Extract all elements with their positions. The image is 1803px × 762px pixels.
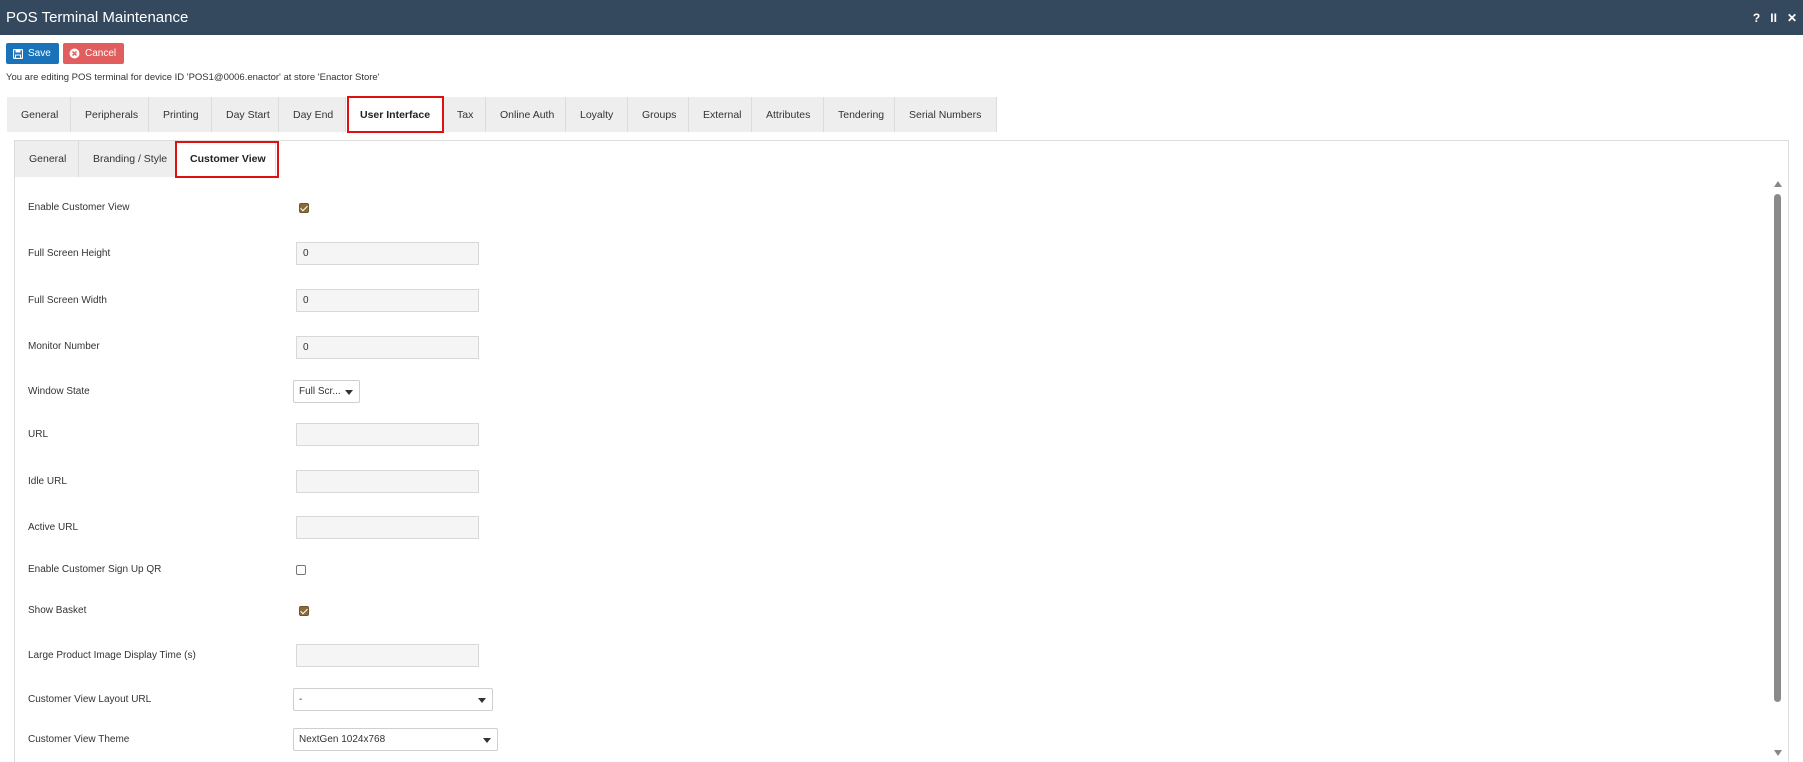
main-tab-bar: General Peripherals Printing Day Start D…: [7, 97, 997, 132]
full-screen-height-input[interactable]: 0: [296, 242, 479, 265]
layout-url-label: Customer View Layout URL: [28, 694, 152, 705]
subtab-customer-view[interactable]: Customer View: [176, 141, 276, 177]
scroll-up-icon[interactable]: [1774, 181, 1782, 187]
tab-general[interactable]: General: [7, 97, 71, 132]
content-panel: [14, 140, 1789, 762]
monitor-number-input[interactable]: 0: [296, 336, 479, 359]
scroll-down-icon[interactable]: [1774, 750, 1782, 756]
tab-attributes[interactable]: Attributes: [752, 97, 824, 132]
tab-peripherals[interactable]: Peripherals: [71, 97, 149, 132]
idle-url-input[interactable]: [296, 470, 479, 493]
enable-sign-up-qr-label: Enable Customer Sign Up QR: [28, 564, 162, 575]
cancel-button[interactable]: Cancel: [63, 43, 124, 64]
full-screen-width-label: Full Screen Width: [28, 295, 107, 306]
large-image-time-label: Large Product Image Display Time (s): [28, 650, 196, 661]
chevron-down-icon: [345, 390, 353, 395]
layout-url-value: -: [299, 694, 303, 705]
window-state-value: Full Scr...: [299, 386, 341, 397]
tab-tax[interactable]: Tax: [443, 97, 486, 132]
tab-tendering[interactable]: Tendering: [824, 97, 895, 132]
save-button[interactable]: Save: [6, 43, 59, 64]
tab-day-end[interactable]: Day End: [279, 97, 346, 132]
monitor-number-label: Monitor Number: [28, 341, 100, 352]
url-input[interactable]: [296, 423, 479, 446]
window-state-select[interactable]: Full Scr...: [293, 380, 360, 403]
layout-url-select[interactable]: -: [293, 688, 493, 711]
close-icon[interactable]: ✕: [1787, 11, 1797, 25]
tab-printing[interactable]: Printing: [149, 97, 212, 132]
sub-tab-bar: General Branding / Style Customer View: [15, 141, 276, 177]
cancel-label: Cancel: [85, 48, 117, 59]
large-image-time-input[interactable]: [296, 644, 479, 667]
idle-url-label: Idle URL: [28, 476, 67, 487]
show-basket-checkbox[interactable]: [299, 606, 309, 616]
subtab-branding-style[interactable]: Branding / Style: [79, 141, 176, 177]
enable-customer-view-label: Enable Customer View: [28, 202, 130, 213]
enable-sign-up-qr-checkbox[interactable]: [296, 565, 306, 575]
tab-serial-numbers[interactable]: Serial Numbers: [895, 97, 997, 132]
theme-select[interactable]: NextGen 1024x768: [293, 728, 498, 751]
theme-value: NextGen 1024x768: [299, 734, 386, 745]
subtab-general[interactable]: General: [15, 141, 79, 177]
vertical-scrollbar[interactable]: [1772, 178, 1784, 760]
theme-label: Customer View Theme: [28, 734, 130, 745]
full-screen-width-input[interactable]: 0: [296, 289, 479, 312]
toolbar: Save Cancel: [6, 43, 124, 64]
help-icon[interactable]: ?: [1753, 11, 1760, 25]
full-screen-height-label: Full Screen Height: [28, 248, 111, 259]
tab-online-auth[interactable]: Online Auth: [486, 97, 566, 132]
chevron-down-icon: [483, 738, 491, 743]
tab-loyalty[interactable]: Loyalty: [566, 97, 628, 132]
enable-customer-view-checkbox[interactable]: [299, 203, 309, 213]
show-basket-label: Show Basket: [28, 605, 87, 616]
scrollbar-thumb[interactable]: [1774, 194, 1781, 702]
chevron-down-icon: [478, 698, 486, 703]
active-url-label: Active URL: [28, 522, 79, 533]
window-state-label: Window State: [28, 386, 90, 397]
pause-icon[interactable]: II: [1770, 11, 1777, 25]
url-label: URL: [28, 429, 49, 440]
save-label: Save: [28, 48, 51, 59]
title-bar: POS Terminal Maintenance ? II ✕: [0, 0, 1803, 35]
editing-info-text: You are editing POS terminal for device …: [6, 72, 380, 83]
window-controls: ? II ✕: [1753, 0, 1797, 35]
tab-groups[interactable]: Groups: [628, 97, 689, 132]
tab-external[interactable]: External: [689, 97, 752, 132]
cancel-circle-icon: [69, 48, 80, 59]
floppy-disk-icon: [12, 48, 23, 59]
window-title: POS Terminal Maintenance: [6, 9, 189, 26]
tab-user-interface[interactable]: User Interface: [346, 97, 443, 132]
active-url-input[interactable]: [296, 516, 479, 539]
tab-day-start[interactable]: Day Start: [212, 97, 279, 132]
